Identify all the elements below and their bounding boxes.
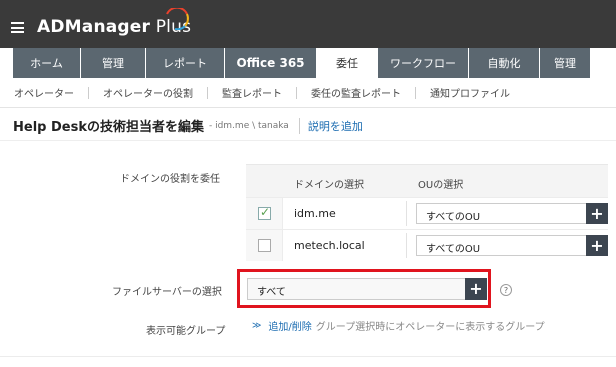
- tab-delegation[interactable]: 委任: [317, 48, 377, 78]
- page-subtitle: - idm.me \ tanaka: [208, 120, 289, 131]
- domain-roles-label: ドメインの役割を委任: [120, 174, 220, 185]
- checkbox-cell: ✓: [246, 198, 283, 229]
- tab-automation[interactable]: 自動化: [469, 48, 539, 78]
- ou-select-input[interactable]: すべてのOU +: [416, 235, 608, 256]
- title-divider-line: [0, 140, 616, 141]
- tab-home[interactable]: ホーム: [13, 48, 80, 78]
- add-ou-button[interactable]: +: [586, 235, 608, 256]
- chevron-down-icon[interactable]: ≫: [252, 321, 261, 331]
- groups-description: グループ選択時にオペレーターに表示するグループ: [315, 322, 545, 333]
- page-title: Help Deskの技術担当者を編集: [13, 120, 204, 135]
- domain-checkbox[interactable]: ✓: [258, 205, 271, 220]
- bottom-divider: [0, 356, 616, 357]
- ou-select-input[interactable]: すべてのOU +: [416, 203, 608, 224]
- subnav-delegation-audit[interactable]: 委任の監査レポート: [311, 85, 415, 100]
- ou-select-value: すべてのOU: [426, 244, 481, 255]
- checkbox-cell: [246, 230, 283, 261]
- visible-groups-label: 表示可能グループ: [146, 326, 226, 337]
- domain-table-header: ドメインの選択 OUの選択: [246, 165, 608, 197]
- checkmark-icon: ✓: [260, 205, 271, 219]
- domain-name: metech.local: [294, 239, 365, 252]
- title-divider: [298, 117, 300, 134]
- cell-divider: [406, 201, 407, 226]
- file-server-value: すべて: [257, 287, 286, 298]
- main-tabs: ホーム 管理 レポート Office 365 委任 ワークフロー 自動化 管理: [13, 48, 591, 78]
- table-row: ✓ idm.me すべてのOU +: [246, 197, 608, 229]
- col-ou-header: OUの選択: [418, 180, 464, 191]
- tab-admin[interactable]: 管理: [540, 48, 590, 78]
- subnav-audit-reports[interactable]: 監査レポート: [222, 85, 296, 100]
- add-description-link[interactable]: 説明を追加: [308, 118, 363, 134]
- tab-reports[interactable]: レポート: [146, 48, 224, 78]
- domain-name: idm.me: [294, 207, 336, 220]
- help-icon[interactable]: ?: [500, 284, 512, 296]
- tab-workflow[interactable]: ワークフロー: [378, 48, 468, 78]
- subnav-divider: [415, 86, 416, 99]
- add-ou-button[interactable]: +: [586, 203, 608, 224]
- ou-select-value: すべてのOU: [426, 212, 481, 223]
- plus-icon: +: [590, 235, 604, 255]
- subnav-notification-profiles[interactable]: 通知プロファイル: [430, 85, 524, 100]
- add-file-server-button[interactable]: +: [465, 278, 487, 300]
- subnav-divider: [88, 86, 89, 99]
- add-remove-groups-link[interactable]: 追加/削除: [268, 318, 311, 333]
- visible-groups-row: ≫ 追加/削除 グループ選択時にオペレーターに表示するグループ: [252, 318, 545, 334]
- hamburger-menu-icon[interactable]: [11, 22, 24, 33]
- file-server-label: ファイルサーバーの選択: [112, 287, 222, 298]
- cell-divider: [406, 233, 407, 258]
- top-bar: ADManager Plus: [0, 0, 616, 48]
- table-row: metech.local すべてのOU +: [246, 229, 608, 261]
- plus-icon: +: [590, 203, 604, 223]
- col-domain-header: ドメインの選択: [294, 180, 364, 191]
- tab-office365[interactable]: Office 365: [225, 48, 316, 78]
- domain-checkbox[interactable]: [258, 239, 271, 252]
- tab-management[interactable]: 管理: [81, 48, 145, 78]
- page-header: Help Deskの技術担当者を編集 - idm.me \ tanaka 説明を…: [13, 116, 363, 135]
- subnav-divider: [296, 86, 297, 99]
- subnav-operator-roles[interactable]: オペレーターの役割: [103, 85, 207, 100]
- plus-icon: +: [469, 279, 483, 298]
- subnav-operators[interactable]: オペレーター: [14, 85, 88, 100]
- logo-arc-icon: [166, 8, 189, 30]
- file-server-input[interactable]: すべて +: [247, 278, 487, 300]
- sub-navigation: オペレーター オペレーターの役割 監査レポート 委任の監査レポート 通知プロファ…: [0, 78, 616, 108]
- domain-table: ドメインの選択 OUの選択 ✓ idm.me すべてのOU + metech.l…: [246, 164, 608, 261]
- subnav-divider: [207, 86, 208, 99]
